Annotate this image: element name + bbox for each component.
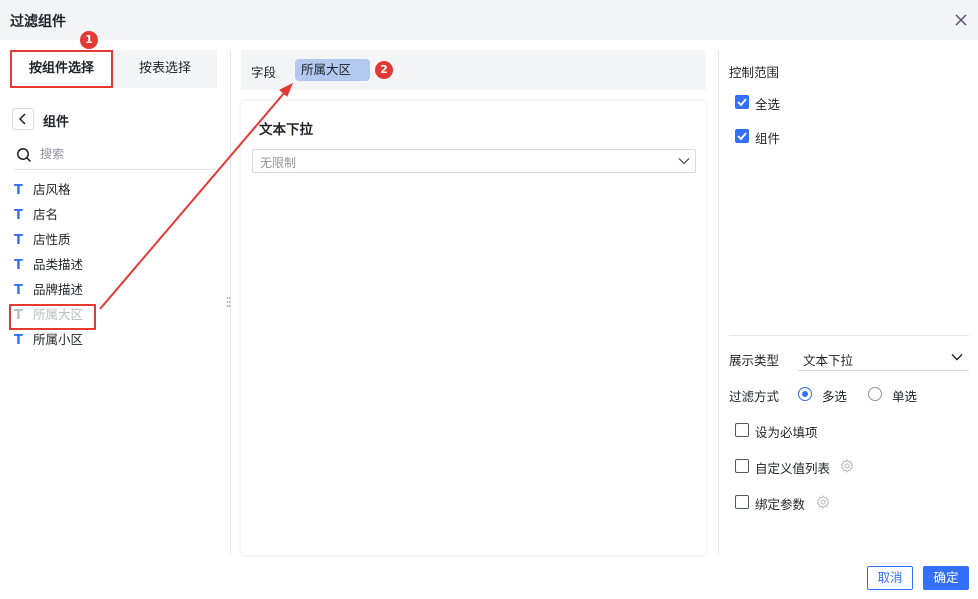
field-item-subregion[interactable]: T 所属小区: [14, 329, 83, 351]
cancel-button[interactable]: 取消: [867, 566, 913, 590]
required-label: 设为必填项: [755, 425, 818, 440]
custom-values-label: 自定义值列表: [755, 461, 831, 476]
check-icon: [737, 98, 747, 107]
ok-button[interactable]: 确定: [923, 566, 969, 590]
scope-select-all-label: 全选: [755, 97, 781, 112]
filter-mode-label: 过滤方式: [729, 389, 780, 404]
text-type-icon: T: [14, 208, 23, 223]
breadcrumb-label: 组件: [43, 115, 70, 130]
filter-mode-single-radio[interactable]: [868, 387, 882, 401]
scope-select-all-checkbox[interactable]: [735, 95, 749, 109]
preview-dropdown[interactable]: 无限制: [252, 149, 696, 173]
panel-divider-right: [718, 50, 719, 555]
chevron-down-icon: [951, 354, 963, 361]
field-item-label: 店风格: [33, 182, 71, 197]
preview-dropdown-value: 无限制: [260, 156, 297, 170]
display-type-label: 展示类型: [729, 353, 780, 368]
field-chip[interactable]: 所属大区: [295, 59, 370, 81]
annotation-highlight-box: [9, 304, 96, 330]
scope-title: 控制范围: [729, 65, 780, 80]
text-type-icon: T: [14, 258, 23, 273]
scope-component-checkbox[interactable]: [735, 129, 749, 143]
check-icon: [737, 132, 747, 141]
text-type-icon: T: [14, 283, 23, 298]
back-button[interactable]: [12, 108, 34, 130]
annotation-badge-1: 1: [80, 31, 98, 49]
field-item-brand-desc[interactable]: T 品牌描述: [14, 279, 83, 301]
gear-icon[interactable]: [840, 459, 854, 473]
field-item-label: 品牌描述: [33, 282, 84, 297]
text-type-icon: T: [14, 233, 23, 248]
dialog-titlebar: 过滤组件: [0, 0, 978, 40]
field-item-label: 店名: [33, 207, 59, 222]
preview-card: 文本下拉 无限制: [241, 101, 706, 555]
filter-mode-single-label: 单选: [892, 389, 918, 404]
bind-param-checkbox[interactable]: [735, 495, 749, 509]
dialog-title: 过滤组件: [10, 14, 66, 30]
bind-param-label: 绑定参数: [755, 497, 806, 512]
display-type-value: 文本下拉: [803, 353, 854, 368]
annotation-badge-2: 2: [375, 61, 393, 79]
filter-mode-multi-radio[interactable]: [798, 387, 812, 401]
right-panel-divider: [729, 335, 969, 336]
text-type-icon: T: [14, 333, 23, 348]
chevron-down-icon: [678, 158, 690, 165]
tab-by-table[interactable]: 按表选择: [113, 50, 217, 88]
field-item-category-desc[interactable]: T 品类描述: [14, 254, 83, 276]
field-item-label: 店性质: [33, 232, 71, 247]
chevron-left-icon: [18, 113, 26, 125]
field-drop-bar[interactable]: 字段 所属大区: [241, 50, 706, 90]
field-item-store-nature[interactable]: T 店性质: [14, 229, 71, 251]
close-icon[interactable]: [953, 12, 969, 28]
display-type-select[interactable]: 文本下拉: [798, 345, 969, 371]
search-input[interactable]: [40, 144, 210, 164]
field-item-store-style[interactable]: T 店风格: [14, 179, 71, 201]
selection-tabs: 按组件选择 按表选择: [10, 50, 217, 88]
scope-component-label: 组件: [755, 131, 781, 146]
field-label: 字段: [251, 65, 277, 80]
preview-title: 文本下拉: [259, 122, 313, 138]
required-checkbox[interactable]: [735, 423, 749, 437]
custom-values-checkbox[interactable]: [735, 459, 749, 473]
search-box: [14, 142, 214, 170]
field-item-label: 所属小区: [33, 332, 84, 347]
drag-handle-icon[interactable]: [226, 296, 231, 308]
search-icon: [17, 148, 32, 163]
field-item-label: 品类描述: [33, 257, 84, 272]
filter-mode-multi-label: 多选: [822, 389, 848, 404]
tab-by-component[interactable]: 按组件选择: [10, 50, 113, 88]
field-item-store-name[interactable]: T 店名: [14, 204, 58, 226]
gear-icon[interactable]: [816, 495, 830, 509]
text-type-icon: T: [14, 183, 23, 198]
